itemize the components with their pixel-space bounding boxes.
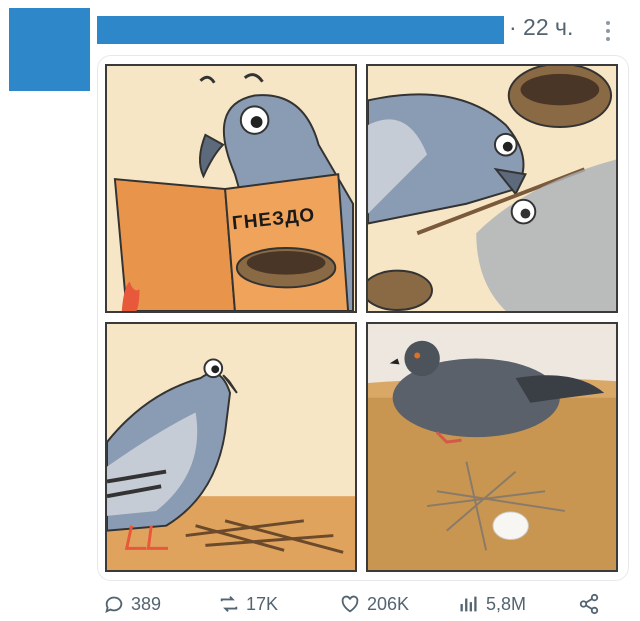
pigeon-stick-illustration (368, 66, 616, 311)
repost-count: 17K (246, 593, 279, 614)
comic-panel-stick (366, 64, 618, 313)
like-button[interactable]: 206K (339, 587, 409, 621)
pigeon-egg-photo (368, 324, 616, 570)
like-icon (341, 595, 359, 613)
comic-panel-photo (366, 322, 618, 572)
share-icon (579, 593, 599, 615)
post-timestamp[interactable]: · 22 ч. (509, 14, 573, 41)
repost-button[interactable]: 17K (218, 587, 278, 621)
share-button[interactable] (578, 587, 600, 621)
repost-icon (220, 596, 238, 612)
reply-count: 389 (131, 593, 162, 614)
reply-button[interactable]: 389 (103, 587, 161, 621)
like-count: 206K (367, 593, 410, 614)
post-action-bar: 389 17K 206K 5,8M (0, 587, 640, 621)
views-button[interactable]: 5,8M (458, 587, 526, 621)
author-avatar-redacted[interactable] (9, 8, 90, 91)
views-count: 5,8M (486, 593, 527, 614)
reply-icon (105, 596, 123, 614)
comic-panel-sticks (105, 322, 357, 572)
views-icon (460, 596, 477, 612)
post-media-comic[interactable]: ГНЕЗДО (97, 55, 629, 581)
author-name-redacted[interactable] (97, 16, 504, 44)
pigeon-sticks-illustration (107, 324, 355, 570)
pigeon-reading-illustration (107, 66, 355, 311)
more-vertical-icon[interactable] (598, 18, 618, 44)
comic-panel-reading (105, 64, 357, 313)
